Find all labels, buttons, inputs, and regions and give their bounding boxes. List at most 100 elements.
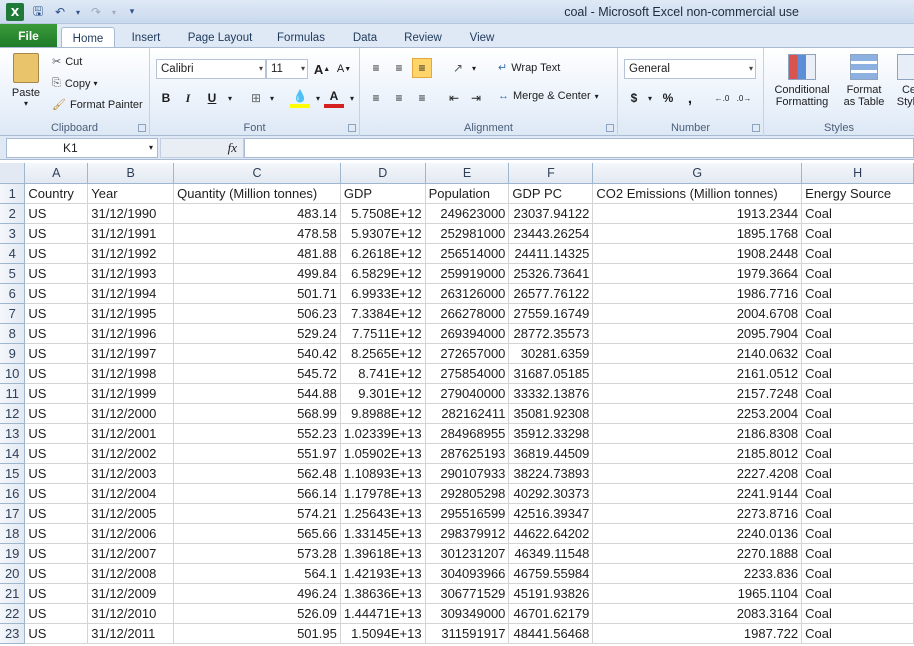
cell[interactable]: 31/12/2003 — [87, 463, 175, 484]
cell[interactable]: US — [24, 563, 89, 584]
cell[interactable]: 2095.7904 — [592, 323, 803, 344]
cell[interactable]: 263126000 — [425, 283, 510, 304]
cell[interactable]: 45191.93826 — [508, 583, 594, 604]
column-header-h[interactable]: H — [801, 163, 914, 184]
cell[interactable]: 8.741E+12 — [340, 363, 426, 384]
cell[interactable]: 27559.16749 — [508, 303, 594, 324]
cell[interactable]: US — [24, 543, 89, 564]
formula-input[interactable] — [244, 138, 914, 158]
cell[interactable]: US — [24, 583, 89, 604]
cell[interactable]: 48441.56468 — [508, 623, 594, 644]
row-header[interactable]: 6 — [0, 283, 26, 304]
cell[interactable]: Coal — [801, 543, 914, 564]
tab-insert[interactable]: Insert — [122, 27, 170, 48]
cell[interactable]: Population — [425, 183, 510, 204]
row-header[interactable]: 3 — [0, 223, 26, 244]
cell[interactable]: US — [24, 223, 89, 244]
font-name-combo[interactable]: Calibri ▾ — [156, 59, 266, 79]
cell[interactable]: US — [24, 483, 89, 504]
cell[interactable]: 35081.92308 — [508, 403, 594, 424]
cell[interactable]: 44622.64202 — [508, 523, 594, 544]
cell[interactable]: Coal — [801, 243, 914, 264]
tab-view[interactable]: View — [460, 27, 504, 48]
cell[interactable]: 552.23 — [173, 423, 341, 444]
bold-button[interactable]: B — [156, 88, 176, 108]
row-header[interactable]: 15 — [0, 463, 26, 484]
cell[interactable]: US — [24, 503, 89, 524]
cell[interactable]: 562.48 — [173, 463, 341, 484]
cell[interactable]: Coal — [801, 483, 914, 504]
cell[interactable]: 31/12/1995 — [87, 303, 175, 324]
cut-button[interactable]: ✂ Cut — [52, 55, 82, 69]
cell[interactable]: 31/12/2005 — [87, 503, 175, 524]
cell[interactable]: 31/12/1996 — [87, 323, 175, 344]
cell[interactable]: US — [24, 603, 89, 624]
cell[interactable]: Coal — [801, 323, 914, 344]
cell[interactable]: 1.39618E+13 — [340, 543, 426, 564]
cell[interactable]: 6.2618E+12 — [340, 243, 426, 264]
row-header[interactable]: 9 — [0, 343, 26, 364]
cell[interactable]: 31/12/2007 — [87, 543, 175, 564]
cell[interactable]: 301231207 — [425, 543, 510, 564]
conditional-formatting-button[interactable]: Conditional Formatting — [768, 54, 836, 108]
cell[interactable]: 35912.33298 — [508, 423, 594, 444]
tab-file[interactable]: File — [0, 24, 57, 48]
cell[interactable]: Coal — [801, 463, 914, 484]
cell[interactable]: Coal — [801, 343, 914, 364]
cell[interactable]: Coal — [801, 623, 914, 644]
cell[interactable]: Energy Source — [801, 183, 914, 204]
cell[interactable]: 295516599 — [425, 503, 510, 524]
cell[interactable]: 31/12/2004 — [87, 483, 175, 504]
cell[interactable]: 478.58 — [173, 223, 341, 244]
row-header[interactable]: 23 — [0, 623, 26, 644]
cell[interactable]: Coal — [801, 403, 914, 424]
row-header[interactable]: 8 — [0, 323, 26, 344]
column-header-g[interactable]: G — [592, 163, 803, 184]
percent-button[interactable]: % — [658, 88, 678, 108]
cell[interactable]: 24411.14325 — [508, 243, 594, 264]
cell[interactable]: 2185.8012 — [592, 443, 803, 464]
row-header[interactable]: 5 — [0, 263, 26, 284]
cell[interactable]: 46701.62179 — [508, 603, 594, 624]
cell[interactable]: 545.72 — [173, 363, 341, 384]
cell[interactable]: 31/12/2010 — [87, 603, 175, 624]
cell[interactable]: US — [24, 343, 89, 364]
cell[interactable]: 6.9933E+12 — [340, 283, 426, 304]
cell[interactable]: US — [24, 203, 89, 224]
cell[interactable]: 38224.73893 — [508, 463, 594, 484]
cell[interactable]: 573.28 — [173, 543, 341, 564]
merge-center-button[interactable]: ↔ Merge & Center ▾ — [498, 90, 599, 102]
cell[interactable]: 2227.4208 — [592, 463, 803, 484]
tab-data[interactable]: Data — [343, 27, 387, 48]
insert-function-button[interactable]: fx — [160, 138, 244, 158]
column-header-e[interactable]: E — [425, 163, 510, 184]
row-header[interactable]: 12 — [0, 403, 26, 424]
cell[interactable]: 256514000 — [425, 243, 510, 264]
increase-decimal-icon[interactable]: ←.0 — [712, 88, 732, 108]
align-middle-icon[interactable]: ≡ — [389, 58, 409, 78]
row-header[interactable]: 4 — [0, 243, 26, 264]
align-left-icon[interactable]: ≡ — [366, 88, 386, 108]
column-header-d[interactable]: D — [340, 163, 426, 184]
cell[interactable]: 33332.13876 — [508, 383, 594, 404]
row-header[interactable]: 7 — [0, 303, 26, 324]
orientation-dropdown-icon[interactable]: ▾ — [464, 58, 484, 78]
font-size-combo[interactable]: 11 ▾ — [266, 59, 308, 79]
cell[interactable]: Coal — [801, 503, 914, 524]
cell[interactable]: 501.95 — [173, 623, 341, 644]
cell[interactable]: 272657000 — [425, 343, 510, 364]
cell[interactable]: 2240.0136 — [592, 523, 803, 544]
name-box[interactable]: K1 ▾ — [6, 138, 158, 158]
cell[interactable]: 1895.1768 — [592, 223, 803, 244]
number-format-combo[interactable]: General ▾ — [624, 59, 756, 79]
currency-dropdown-icon[interactable]: ▾ — [640, 88, 660, 108]
cell[interactable]: 1.05902E+13 — [340, 443, 426, 464]
cell[interactable]: Coal — [801, 603, 914, 624]
cell[interactable]: CO2 Emissions (Million tonnes) — [592, 183, 803, 204]
cell[interactable]: 1986.7716 — [592, 283, 803, 304]
cell[interactable]: 25326.73641 — [508, 263, 594, 284]
borders-dropdown-icon[interactable]: ▾ — [262, 88, 282, 108]
cell[interactable]: Coal — [801, 203, 914, 224]
align-center-icon[interactable]: ≡ — [389, 88, 409, 108]
cell[interactable]: 266278000 — [425, 303, 510, 324]
